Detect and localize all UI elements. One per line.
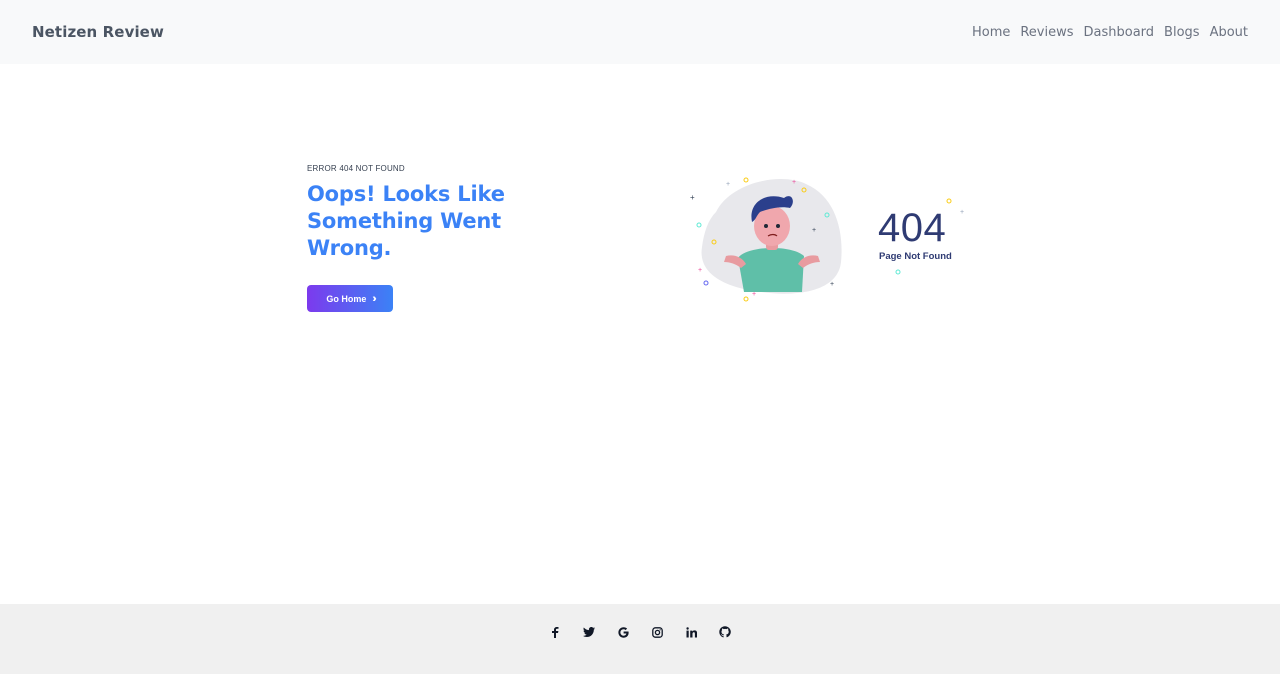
twitter-icon[interactable] — [580, 623, 598, 641]
error-code-subtitle: Page Not Found — [879, 251, 952, 262]
error-code: 404 — [878, 206, 947, 250]
error-headline: Oops! Looks Like Something Went Wrong. — [307, 182, 505, 260]
linkedin-icon[interactable] — [682, 623, 700, 641]
nav-dashboard[interactable]: Dashboard — [1084, 23, 1155, 42]
double-chevron-right-icon: ›› — [372, 292, 377, 305]
github-icon[interactable] — [716, 623, 734, 641]
nav-about[interactable]: About — [1210, 23, 1248, 42]
nav-reviews[interactable]: Reviews — [1020, 23, 1073, 42]
top-navbar: Netizen Review Home Reviews Dashboard Bl… — [0, 0, 1280, 64]
facebook-icon[interactable] — [546, 623, 564, 641]
go-home-button[interactable]: Go Home ›› — [307, 285, 393, 312]
nav-blogs[interactable]: Blogs — [1164, 23, 1200, 42]
social-links — [546, 623, 734, 641]
svg-text:+: + — [812, 227, 816, 234]
go-home-label: Go Home — [326, 293, 367, 304]
svg-text:+: + — [698, 267, 702, 274]
svg-text:+: + — [830, 281, 834, 288]
error-message: ERROR 404 NOT FOUND Oops! Looks Like Som… — [307, 164, 567, 312]
svg-text:+: + — [726, 181, 730, 188]
error-eyebrow: ERROR 404 NOT FOUND — [307, 164, 405, 173]
instagram-icon[interactable] — [648, 623, 666, 641]
svg-text:+: + — [792, 179, 796, 186]
nav-links: Home Reviews Dashboard Blogs About — [972, 23, 1248, 42]
nav-home[interactable]: Home — [972, 23, 1010, 42]
google-icon[interactable] — [614, 623, 632, 641]
svg-text:+: + — [690, 193, 695, 202]
svg-text:+: + — [752, 291, 756, 298]
svg-text:+: + — [960, 209, 964, 216]
brand-logo[interactable]: Netizen Review — [32, 23, 164, 41]
footer — [0, 604, 1280, 674]
error-main: ERROR 404 NOT FOUND Oops! Looks Like Som… — [0, 64, 1280, 604]
